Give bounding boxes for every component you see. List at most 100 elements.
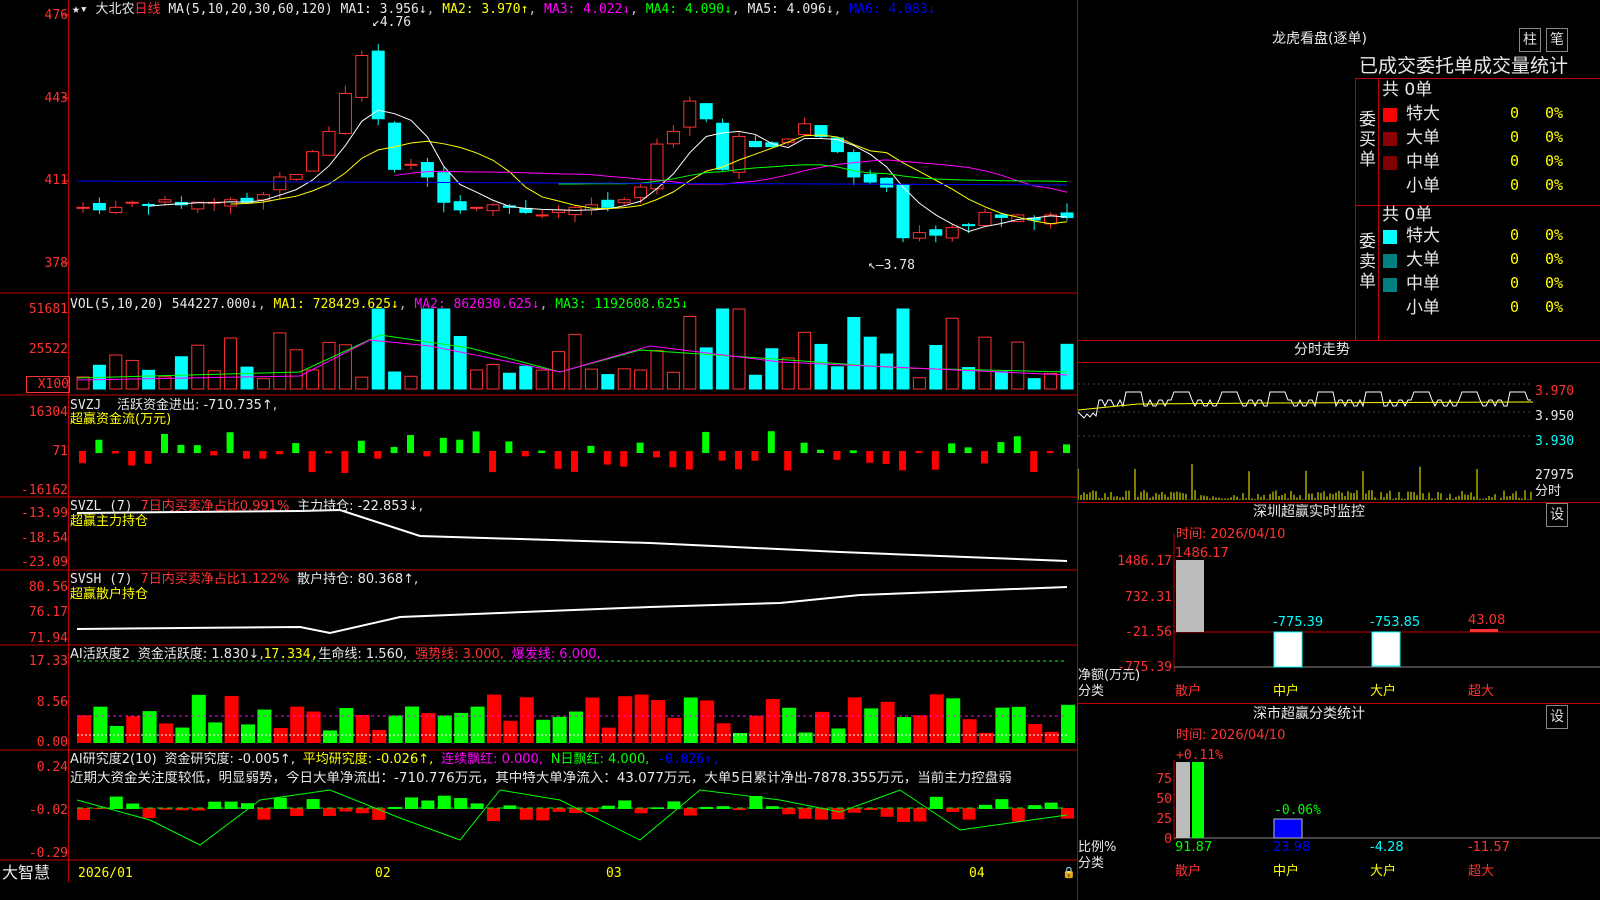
- flow-bar: [1046, 451, 1054, 454]
- flow-bar: [899, 451, 906, 471]
- research-bar: [405, 797, 418, 809]
- candle-body: [470, 206, 484, 209]
- volume-bar: [191, 344, 205, 390]
- activity-bar: [388, 715, 403, 743]
- lock-icon[interactable]: 🔒: [1062, 865, 1076, 880]
- kline-svg[interactable]: [0, 0, 1077, 882]
- price-axis-2: 443: [44, 91, 68, 106]
- svzj-sub: 超赢资金流(万元): [70, 412, 172, 427]
- main-chart-area[interactable]: ★▾ 大北农日线 MA(5,10,20,30,60,120) MA1: 3.95…: [0, 0, 1077, 882]
- volume-bar: [716, 308, 730, 390]
- activity-bar: [782, 707, 797, 743]
- volume-bar: [634, 369, 648, 390]
- flow-bar: [95, 439, 103, 453]
- intra-axis-2: 3.950: [1535, 409, 1575, 424]
- flow-bar: [521, 451, 529, 457]
- flow-bar: [325, 451, 332, 454]
- flow-bar: [505, 441, 513, 453]
- flow-bar: [210, 451, 218, 456]
- ma6-value: MA6: 4.083↓: [849, 2, 936, 17]
- vol-unit[interactable]: X100: [26, 376, 70, 393]
- candle-body: [273, 176, 287, 191]
- volume-bar: [732, 308, 746, 390]
- activity-bar: [454, 712, 469, 743]
- candle-body: [912, 232, 926, 239]
- volume-bar: [929, 345, 943, 390]
- bar-category-label: 中户: [1273, 864, 1300, 879]
- candle-body: [880, 177, 894, 188]
- activity-bar: [77, 715, 91, 743]
- activity-bar: [536, 719, 551, 743]
- volume-bar: [109, 354, 123, 390]
- candle-body: [125, 201, 139, 204]
- flow-bar: [1030, 451, 1038, 473]
- sell-row-count: 0: [1510, 274, 1520, 292]
- research-bar: [273, 797, 287, 809]
- flow-bar: [193, 445, 201, 453]
- candle-body: [404, 163, 418, 166]
- activity-bar: [1028, 723, 1043, 743]
- volume-bar: [978, 336, 992, 390]
- flow-bar: [784, 451, 792, 471]
- sell-row-count: 0: [1510, 298, 1520, 316]
- candle-body: [683, 100, 697, 128]
- bar-category-label: 超大: [1468, 864, 1495, 879]
- volume-bar: [207, 370, 221, 390]
- down-arrow-icon: ▾: [79, 2, 88, 17]
- flow-bar: [456, 439, 464, 453]
- bar-value-label: -11.57: [1468, 840, 1510, 855]
- activity-bar: [126, 716, 141, 743]
- research-bar: [585, 808, 599, 813]
- flow-bar: [243, 451, 250, 459]
- ma5-value: MA5: 4.096↓: [747, 2, 834, 17]
- volume-bar: [765, 348, 779, 390]
- date-label-4: 04: [969, 866, 985, 881]
- sell-row-pct: 0%: [1545, 250, 1564, 268]
- sz-bar: [1470, 629, 1498, 632]
- activity-bar: [913, 715, 928, 743]
- activity-bar: [897, 717, 911, 743]
- volume-bar: [174, 356, 188, 390]
- bar-mode-button[interactable]: 柱: [1519, 28, 1541, 52]
- bar-value-label: -4.28: [1370, 840, 1404, 855]
- candle-body: [568, 206, 582, 216]
- volume-bar: [256, 378, 270, 390]
- intraday-price-line: [1078, 391, 1531, 419]
- ai1-axis-1: 17.33: [28, 654, 68, 669]
- volume-bar: [453, 335, 467, 390]
- stats-tabs[interactable]: 已成交委托单成交量统计: [1359, 55, 1568, 77]
- activity-bar: [339, 708, 354, 743]
- buy-row-swatch: [1383, 156, 1397, 170]
- research-bar: [782, 808, 796, 815]
- price-axis-4: 378: [44, 256, 68, 271]
- activity-bar: [651, 699, 665, 743]
- star-icon: ★: [72, 2, 80, 17]
- research-bar: [142, 808, 156, 819]
- activity-bar: [979, 732, 993, 743]
- tick-mode-button[interactable]: 笔: [1546, 28, 1568, 52]
- high-annotation: ↙4.76: [372, 15, 412, 30]
- svsh-sub: 超赢散户持仓: [70, 587, 149, 602]
- date-label-2: 02: [375, 866, 391, 881]
- holding-line: [76, 586, 1068, 635]
- intraday-chart[interactable]: [1078, 362, 1600, 512]
- activity-bar: [519, 697, 534, 743]
- activity-bar: [323, 730, 337, 743]
- volume-bar: [568, 333, 582, 390]
- research-bar: [946, 808, 960, 813]
- candle-body: [929, 229, 943, 236]
- activity-bar: [749, 715, 764, 743]
- bar-category-label: 散户: [1175, 684, 1202, 699]
- flow-bar: [669, 451, 677, 468]
- activity-bar: [765, 699, 780, 743]
- flow-bar: [800, 442, 808, 453]
- candle-body: [437, 172, 451, 203]
- activity-bar: [93, 706, 108, 743]
- ai2-axis-3: -0.29: [28, 846, 68, 861]
- candle-body: [798, 123, 812, 135]
- candle-body: [699, 103, 713, 120]
- ma3-value: MA3: 4.022↓: [544, 2, 631, 17]
- period-label[interactable]: 日线: [135, 2, 161, 17]
- activity-bar: [634, 694, 649, 743]
- svzj-axis-1: 16304: [28, 405, 68, 420]
